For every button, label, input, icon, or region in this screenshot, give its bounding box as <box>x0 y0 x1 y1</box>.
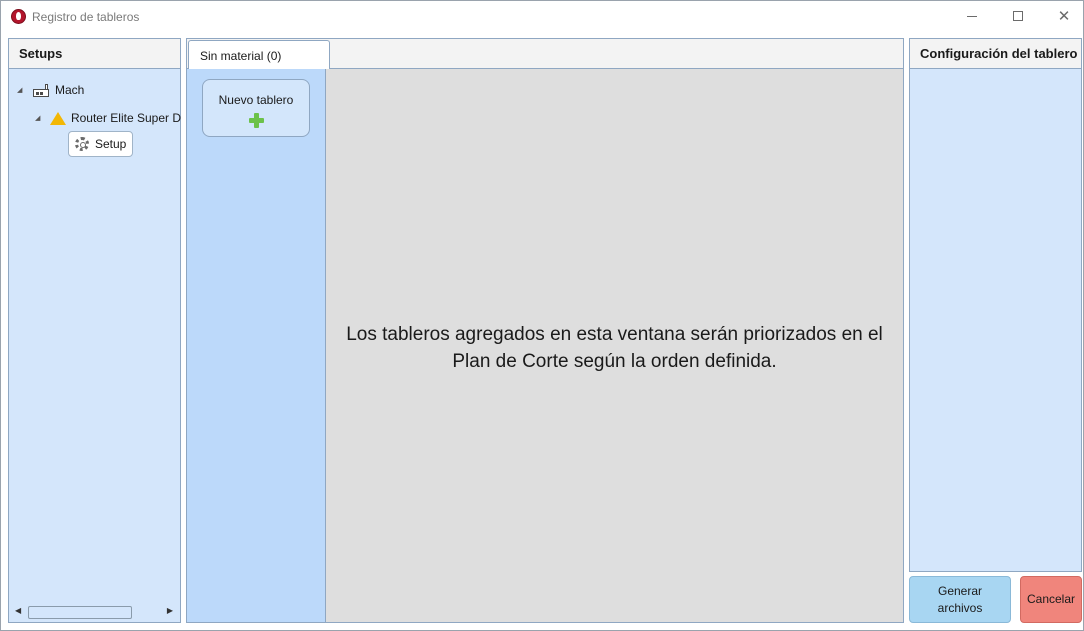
tree-item-machine[interactable]: ◢ Mach <box>17 79 84 101</box>
scroll-right-icon[interactable]: ▶ <box>167 606 173 615</box>
cancel-button[interactable]: Cancelar <box>1020 576 1082 623</box>
info-message: Los tableros agregados en esta ventana s… <box>346 324 883 372</box>
setups-panel: Setups ◢ Mach ◢ Router Elite Super D Set… <box>8 38 181 623</box>
window-title: Registro de tableros <box>32 10 140 24</box>
generate-files-button[interactable]: Generar archivos <box>909 576 1011 623</box>
maximize-icon <box>1013 11 1023 21</box>
scrollbar-thumb[interactable] <box>28 606 132 619</box>
title-bar: Registro de tableros ✕ <box>1 1 1083 31</box>
boards-main-area: Los tableros agregados en esta ventana s… <box>326 69 903 622</box>
tree-expand-icon[interactable]: ◢ <box>17 86 27 94</box>
tree-item-machine-label: Mach <box>55 83 85 97</box>
minimize-icon <box>967 15 977 17</box>
close-button[interactable]: ✕ <box>1041 1 1084 31</box>
new-board-button[interactable]: Nuevo tablero <box>202 79 310 137</box>
tree-item-setup-label: Setup <box>95 137 127 151</box>
boards-column: Nuevo tablero <box>187 69 326 622</box>
warning-icon <box>49 111 66 125</box>
app-logo-icon <box>11 9 26 24</box>
horizontal-scrollbar[interactable]: ◀ ▶ <box>10 603 179 621</box>
setups-header: Setups <box>9 39 180 69</box>
tree-expand-icon[interactable]: ◢ <box>35 114 44 122</box>
gear-icon <box>75 137 89 151</box>
tree-item-router[interactable]: ◢ Router Elite Super D <box>35 107 181 129</box>
factory-icon <box>33 83 49 97</box>
app-window: Registro de tableros ✕ Setups ◢ Mach ◢ R… <box>0 0 1084 631</box>
tree-item-router-label: Router Elite Super D <box>70 111 181 125</box>
tree-item-setup[interactable]: Setup <box>68 131 134 157</box>
plus-icon <box>249 113 264 128</box>
new-board-label: Nuevo tablero <box>218 93 294 107</box>
setup-chip[interactable]: Setup <box>68 131 134 157</box>
tab-sin-material[interactable]: Sin material (0) <box>188 40 330 69</box>
close-icon: ✕ <box>1057 6 1071 25</box>
config-header: Configuración del tablero <box>910 39 1081 69</box>
scroll-left-icon[interactable]: ◀ <box>15 606 21 615</box>
maximize-button[interactable] <box>995 1 1041 31</box>
board-config-panel: Configuración del tablero <box>909 38 1082 572</box>
minimize-button[interactable] <box>949 1 995 31</box>
material-tabstrip: Sin material (0) <box>187 39 903 69</box>
boards-panel: Sin material (0) Nuevo tablero Los table… <box>186 38 904 623</box>
